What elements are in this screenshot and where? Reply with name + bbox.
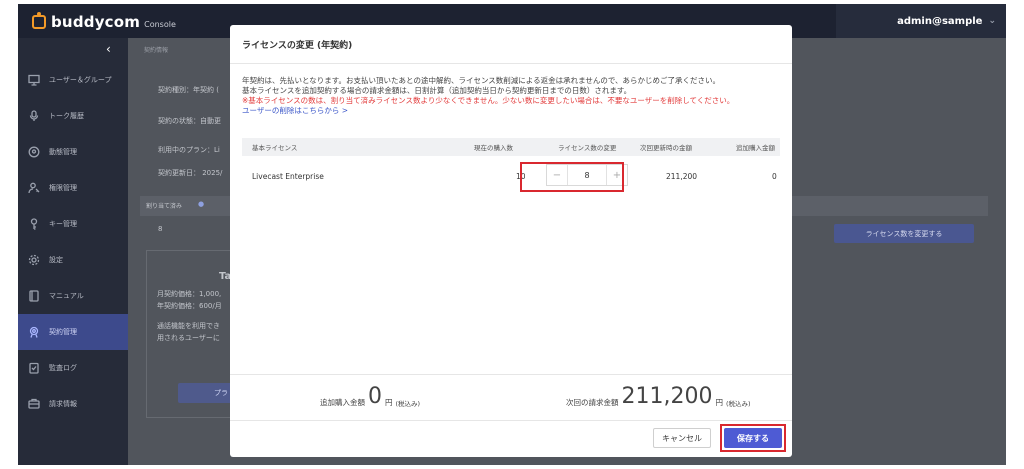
sidebar-item-permissions[interactable]: 権限管理 bbox=[18, 170, 128, 206]
sidebar-item-label: 設定 bbox=[49, 256, 63, 264]
divider bbox=[230, 63, 792, 64]
logo-text: buddycom bbox=[51, 13, 141, 31]
column-header: 現在の購入数 bbox=[474, 144, 513, 152]
table-header: 基本ライセンス 現在の購入数 ライセンス数の変更 次回更新時の金額 追加購入金額 bbox=[242, 138, 780, 156]
sidebar-item-settings[interactable]: 設定 bbox=[18, 242, 128, 278]
additional-total: 追加購入金額 0 円 (税込み) bbox=[320, 380, 420, 416]
additional-total-label: 追加購入金額 bbox=[320, 398, 365, 407]
app-window: buddycom Console admin@sample ⌄ ‹ ユーザー＆グ… bbox=[18, 4, 1006, 465]
next-billing-total: 次回の請求金額 211,200 円 (税込み) bbox=[566, 380, 751, 416]
next-billing-tax: (税込み) bbox=[725, 400, 751, 408]
sidebar: ‹ ユーザー＆グループ トーク履歴 動態管理 権限管理 キー管理 設定 マニュア… bbox=[18, 38, 128, 465]
contract-type-text: 契約種別：年契約 ( bbox=[158, 86, 219, 94]
sidebar-item-users-groups[interactable]: ユーザー＆グループ bbox=[18, 62, 128, 98]
sidebar-item-audit-log[interactable]: 監査ログ bbox=[18, 350, 128, 386]
sidebar-nav: ユーザー＆グループ トーク履歴 動態管理 権限管理 キー管理 設定 マニュアル … bbox=[18, 62, 128, 422]
save-highlight-box bbox=[720, 424, 786, 452]
logo-icon bbox=[32, 12, 46, 29]
column-header: 追加購入金額 bbox=[736, 144, 775, 152]
assigned-label: 割り当て済み bbox=[146, 203, 183, 210]
sidebar-item-contract[interactable]: 契約管理 bbox=[18, 314, 128, 350]
chevron-left-icon[interactable]: ‹ bbox=[106, 42, 111, 56]
change-license-button[interactable]: ライセンス数を変更する bbox=[834, 224, 974, 243]
sidebar-item-label: ユーザー＆グループ bbox=[49, 76, 112, 84]
totals-section: 追加購入金額 0 円 (税込み) 次回の請求金額 211,200 円 (税込み) bbox=[230, 380, 792, 416]
yearly-price-text: 年契約価格：600/月 bbox=[157, 302, 222, 310]
sidebar-item-talk-history[interactable]: トーク履歴 bbox=[18, 98, 128, 134]
license-change-modal: ライセンスの変更 (年契約) 年契約は、先払いとなります。お支払い頂いたあとの途… bbox=[230, 25, 792, 457]
column-header: ライセンス数の変更 bbox=[558, 144, 617, 152]
location-pin-icon bbox=[28, 146, 40, 158]
notice-text: 年契約は、先払いとなります。お支払い頂いたあとの途中解約、ライセンス数削減による… bbox=[242, 76, 734, 116]
sidebar-item-label: マニュアル bbox=[49, 292, 84, 300]
book-icon bbox=[28, 290, 40, 302]
user-name: admin@sample bbox=[897, 15, 983, 27]
column-header: 次回更新時の金額 bbox=[640, 144, 692, 152]
plan-text: 利用中のプラン：Li bbox=[158, 146, 220, 154]
buddycom-logo[interactable]: buddycom Console bbox=[32, 12, 176, 31]
contract-icon bbox=[28, 326, 40, 338]
additional-total-unit: 円 bbox=[385, 398, 393, 407]
key-icon bbox=[28, 218, 40, 230]
renewal-date-text: 契約更新日： 2025/ bbox=[158, 169, 223, 177]
help-icon[interactable]: ● bbox=[198, 200, 204, 208]
next-billing-unit: 円 bbox=[715, 398, 723, 407]
billing-icon bbox=[28, 398, 40, 410]
cancel-button[interactable]: キャンセル bbox=[653, 428, 711, 448]
divider bbox=[230, 374, 792, 375]
sidebar-item-label: 請求情報 bbox=[49, 400, 77, 408]
license-name: Livecast Enterprise bbox=[252, 171, 324, 181]
monitor-icon bbox=[28, 74, 40, 86]
call-note-text: 通話機能を利用でき bbox=[157, 322, 220, 330]
monthly-price-text: 月契約価格：1,000, bbox=[157, 290, 222, 298]
sidebar-item-manual[interactable]: マニュアル bbox=[18, 278, 128, 314]
logo-subtext: Console bbox=[144, 19, 176, 29]
chevron-down-icon: ⌄ bbox=[988, 16, 996, 26]
sidebar-item-label: 権限管理 bbox=[49, 184, 77, 192]
breadcrumb: 契約情報 bbox=[144, 47, 169, 54]
sidebar-item-label: キー管理 bbox=[49, 220, 77, 228]
gear-icon bbox=[28, 254, 40, 266]
sidebar-item-location[interactable]: 動態管理 bbox=[18, 134, 128, 170]
table-row: Livecast Enterprise 10 − 8 + 211,200 0 bbox=[242, 162, 780, 190]
clipboard-icon bbox=[28, 362, 40, 374]
plan-button[interactable]: プラ bbox=[178, 383, 234, 403]
sidebar-item-label: 監査ログ bbox=[49, 364, 77, 372]
user-key-icon bbox=[28, 182, 40, 194]
notice-warning: ※基本ライセンスの数は、割り当て済みライセンス数より少なくできません。少ない数に… bbox=[242, 96, 735, 105]
contract-status-text: 契約の状態：自動更 bbox=[158, 117, 221, 125]
notice-line-1: 年契約は、先払いとなります。お支払い頂いたあとの途中解約、ライセンス数削減による… bbox=[242, 76, 721, 85]
call-note-text-2: 用されるユーザーに bbox=[157, 334, 220, 342]
sidebar-item-keys[interactable]: キー管理 bbox=[18, 206, 128, 242]
sidebar-item-label: 契約管理 bbox=[49, 328, 77, 336]
additional-amount: 0 bbox=[772, 171, 777, 181]
sidebar-item-label: トーク履歴 bbox=[49, 112, 84, 120]
next-billing-value: 211,200 bbox=[621, 384, 713, 409]
renewal-amount: 211,200 bbox=[666, 171, 698, 181]
sidebar-item-billing[interactable]: 請求情報 bbox=[18, 386, 128, 422]
modal-title: ライセンスの変更 (年契約) bbox=[242, 41, 353, 51]
next-billing-label: 次回の請求金額 bbox=[566, 398, 619, 407]
additional-total-value: 0 bbox=[368, 384, 382, 409]
sidebar-item-label: 動態管理 bbox=[49, 148, 77, 156]
divider bbox=[230, 420, 792, 421]
microphone-icon bbox=[28, 110, 40, 122]
notice-line-2: 基本ライセンスを追加契約する場合の請求金額は、日割計算（追加契約当日から契約更新… bbox=[242, 86, 632, 95]
additional-total-tax: (税込み) bbox=[395, 400, 421, 408]
delete-users-link[interactable]: ユーザーの削除はこちらから > bbox=[242, 106, 734, 116]
assigned-value: 8 bbox=[158, 225, 163, 233]
user-menu[interactable]: admin@sample ⌄ bbox=[836, 4, 1006, 38]
plan-button-label: プラ bbox=[214, 389, 228, 397]
stepper-highlight-box bbox=[520, 162, 624, 192]
column-header: 基本ライセンス bbox=[252, 144, 298, 152]
